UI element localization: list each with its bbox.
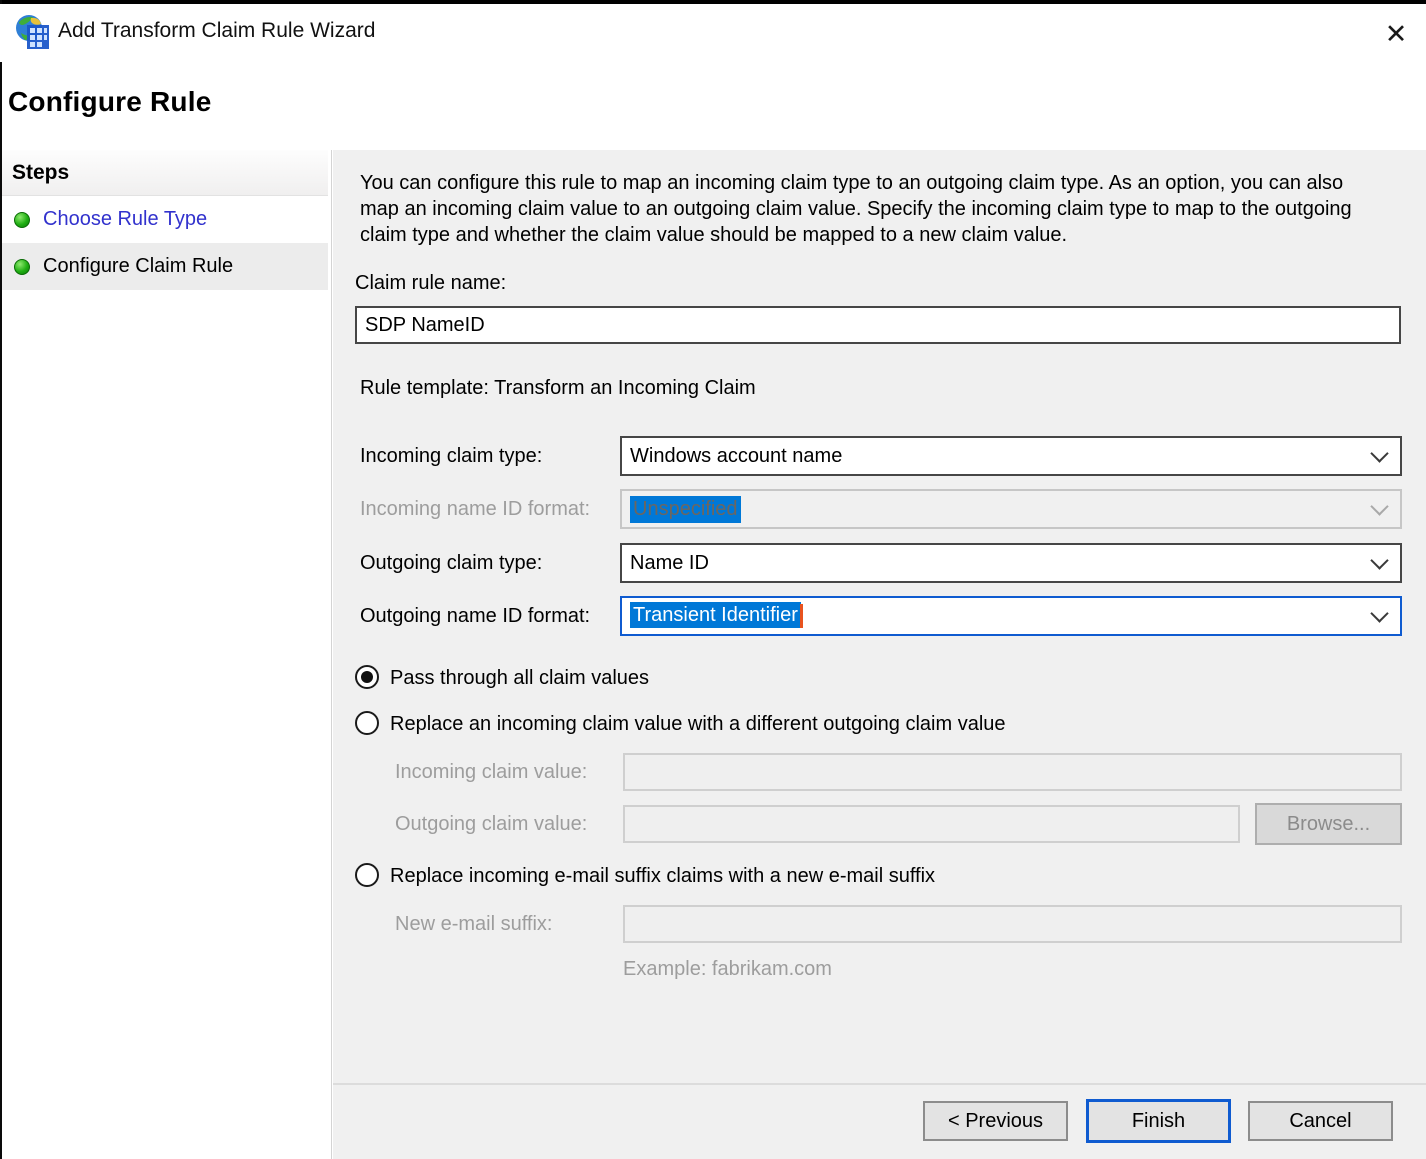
steps-panel: Steps Choose Rule Type Configure Claim R… bbox=[2, 150, 328, 1159]
browse-button: Browse... bbox=[1255, 803, 1402, 845]
outgoing-claim-value-label: Outgoing claim value: bbox=[395, 813, 588, 835]
incoming-claim-type-label: Incoming claim type: bbox=[360, 445, 543, 467]
incoming-name-id-format-select: Unspecified bbox=[620, 489, 1402, 529]
cancel-button[interactable]: Cancel bbox=[1248, 1101, 1393, 1141]
chevron-down-icon bbox=[1370, 550, 1389, 570]
steps-heading: Steps bbox=[2, 150, 328, 196]
outgoing-name-id-format-label: Outgoing name ID format: bbox=[360, 605, 591, 627]
sidebar-item-choose-rule-type[interactable]: Choose Rule Type bbox=[2, 196, 328, 243]
email-suffix-example: Example: fabrikam.com bbox=[623, 958, 832, 980]
step-label: Configure Claim Rule bbox=[43, 255, 234, 277]
rule-template-text: Rule template: Transform an Incoming Cla… bbox=[360, 377, 756, 399]
radio-replace-email-label: Replace incoming e-mail suffix claims wi… bbox=[390, 865, 936, 887]
page-title: Configure Rule bbox=[8, 86, 212, 117]
close-button[interactable]: ✕ bbox=[1374, 14, 1418, 54]
titlebar: Add Transform Claim Rule Wizard ✕ bbox=[0, 4, 1426, 62]
radio-replace-email-suffix[interactable] bbox=[355, 863, 379, 887]
radio-replace-incoming-claim-value[interactable] bbox=[355, 711, 379, 735]
chevron-down-icon bbox=[1370, 496, 1389, 516]
window-title: Add Transform Claim Rule Wizard bbox=[58, 19, 376, 42]
outgoing-claim-type-value: Name ID bbox=[630, 551, 709, 574]
chevron-down-icon bbox=[1370, 443, 1389, 463]
outgoing-claim-type-label: Outgoing claim type: bbox=[360, 552, 543, 574]
step-complete-icon bbox=[14, 258, 30, 275]
step-complete-icon bbox=[14, 211, 30, 228]
close-icon: ✕ bbox=[1384, 18, 1408, 49]
outgoing-claim-type-select[interactable]: Name ID bbox=[620, 543, 1402, 583]
radio-replace-value-label: Replace an incoming claim value with a d… bbox=[390, 713, 1006, 735]
finish-button[interactable]: Finish bbox=[1086, 1099, 1231, 1143]
outgoing-claim-value-input bbox=[623, 805, 1240, 843]
incoming-claim-type-value: Windows account name bbox=[630, 444, 843, 467]
claim-rule-name-input[interactable] bbox=[355, 306, 1401, 344]
wizard-window: Add Transform Claim Rule Wizard ✕ Config… bbox=[0, 0, 1426, 1159]
radio-pass-through-label: Pass through all claim values bbox=[390, 667, 650, 689]
incoming-claim-type-select[interactable]: Windows account name bbox=[620, 436, 1402, 476]
incoming-name-id-format-label: Incoming name ID format: bbox=[360, 498, 591, 520]
incoming-claim-value-input bbox=[623, 753, 1402, 791]
incoming-name-id-format-value: Unspecified bbox=[630, 495, 741, 523]
outgoing-name-id-format-value-wrap: Transient Identifier bbox=[630, 602, 803, 629]
rule-description: You can configure this rule to map an in… bbox=[360, 172, 1352, 246]
adfs-app-icon bbox=[16, 15, 49, 49]
outgoing-name-id-format-select[interactable]: Transient Identifier bbox=[620, 596, 1402, 636]
sidebar-item-configure-claim-rule[interactable]: Configure Claim Rule bbox=[2, 243, 328, 290]
sidebar-divider bbox=[331, 150, 332, 1159]
new-email-suffix-label: New e-mail suffix: bbox=[395, 913, 553, 935]
new-email-suffix-input bbox=[623, 905, 1402, 943]
main-panel: You can configure this rule to map an in… bbox=[333, 150, 1426, 1083]
claim-rule-name-label: Claim rule name: bbox=[355, 272, 507, 294]
outgoing-name-id-format-value: Transient Identifier bbox=[630, 602, 801, 629]
footer-bar: < Previous Finish Cancel bbox=[333, 1085, 1426, 1159]
text-caret bbox=[799, 604, 803, 628]
step-label: Choose Rule Type bbox=[43, 208, 208, 230]
previous-button[interactable]: < Previous bbox=[923, 1101, 1068, 1141]
radio-pass-through-all-claim-values[interactable] bbox=[355, 665, 379, 689]
chevron-down-icon bbox=[1370, 603, 1389, 623]
incoming-claim-value-label: Incoming claim value: bbox=[395, 761, 588, 783]
